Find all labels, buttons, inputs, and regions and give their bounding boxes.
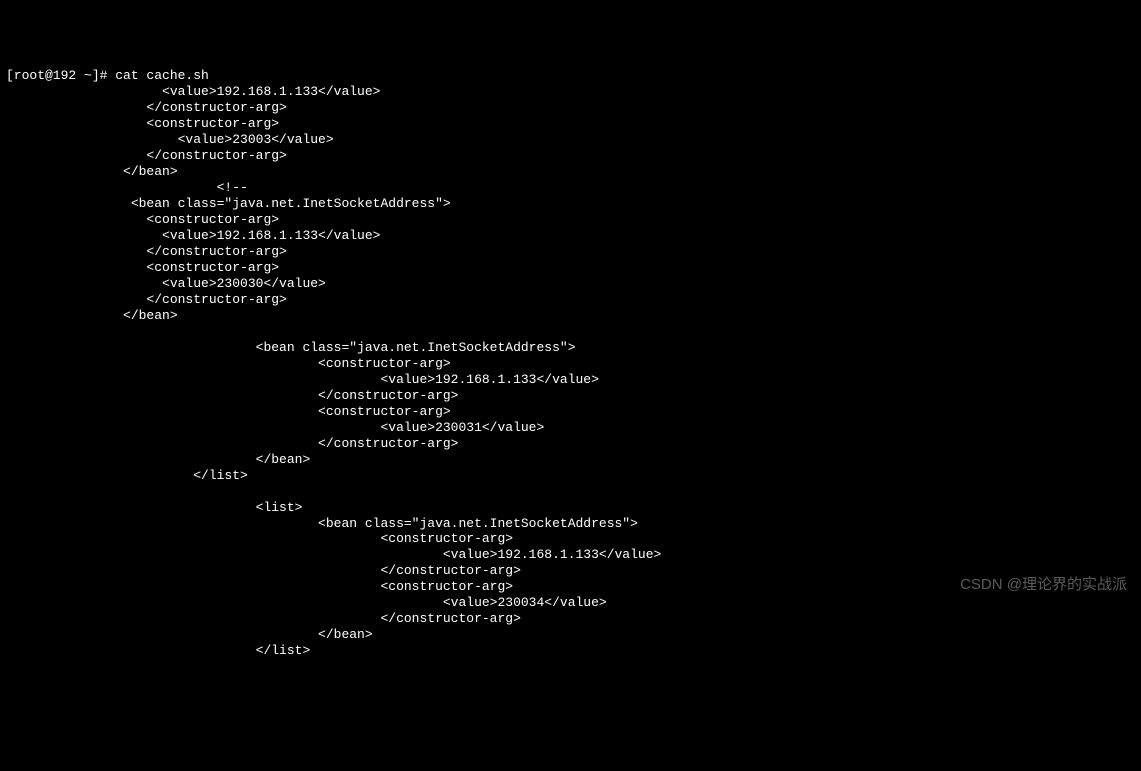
file-line: <bean class="java.net.InetSocketAddress"…	[6, 340, 576, 355]
file-line: <list>	[6, 500, 302, 515]
file-line: <value>230031</value>	[6, 420, 544, 435]
file-line: <constructor-arg>	[6, 212, 279, 227]
file-line: <constructor-arg>	[6, 531, 513, 546]
file-line: </constructor-arg>	[6, 563, 521, 578]
file-line: </constructor-arg>	[6, 292, 287, 307]
file-line: <!--	[6, 180, 248, 195]
file-line: </bean>	[6, 452, 310, 467]
file-line: </list>	[6, 643, 310, 658]
file-line: <value>192.168.1.133</value>	[6, 228, 380, 243]
file-line: </constructor-arg>	[6, 388, 458, 403]
file-line: <value>192.168.1.133</value>	[6, 547, 661, 562]
file-line: </constructor-arg>	[6, 148, 287, 163]
file-line: <bean class="java.net.InetSocketAddress"…	[6, 196, 451, 211]
file-line: </constructor-arg>	[6, 100, 287, 115]
file-line: <bean class="java.net.InetSocketAddress"…	[6, 516, 638, 531]
file-line: </list>	[6, 468, 248, 483]
file-line: <constructor-arg>	[6, 579, 513, 594]
file-line: <constructor-arg>	[6, 116, 279, 131]
file-line: <value>192.168.1.133</value>	[6, 372, 599, 387]
file-line: </bean>	[6, 627, 373, 642]
file-line: <constructor-arg>	[6, 404, 451, 419]
file-line: <constructor-arg>	[6, 260, 279, 275]
file-line: <value>230034</value>	[6, 595, 607, 610]
file-line: <value>23003</value>	[6, 132, 334, 147]
file-line: <constructor-arg>	[6, 356, 451, 371]
file-line: <value>192.168.1.133</value>	[6, 84, 380, 99]
terminal-output: [root@192 ~]# cat cache.sh <value>192.16…	[6, 68, 1135, 659]
watermark: CSDN @理论界的实战派	[960, 576, 1127, 594]
file-line: </bean>	[6, 164, 178, 179]
file-line: </bean>	[6, 308, 178, 323]
file-line: <value>230030</value>	[6, 276, 326, 291]
shell-prompt[interactable]: [root@192 ~]# cat cache.sh	[6, 68, 209, 83]
file-line: </constructor-arg>	[6, 436, 458, 451]
file-line: </constructor-arg>	[6, 611, 521, 626]
file-line: </constructor-arg>	[6, 244, 287, 259]
